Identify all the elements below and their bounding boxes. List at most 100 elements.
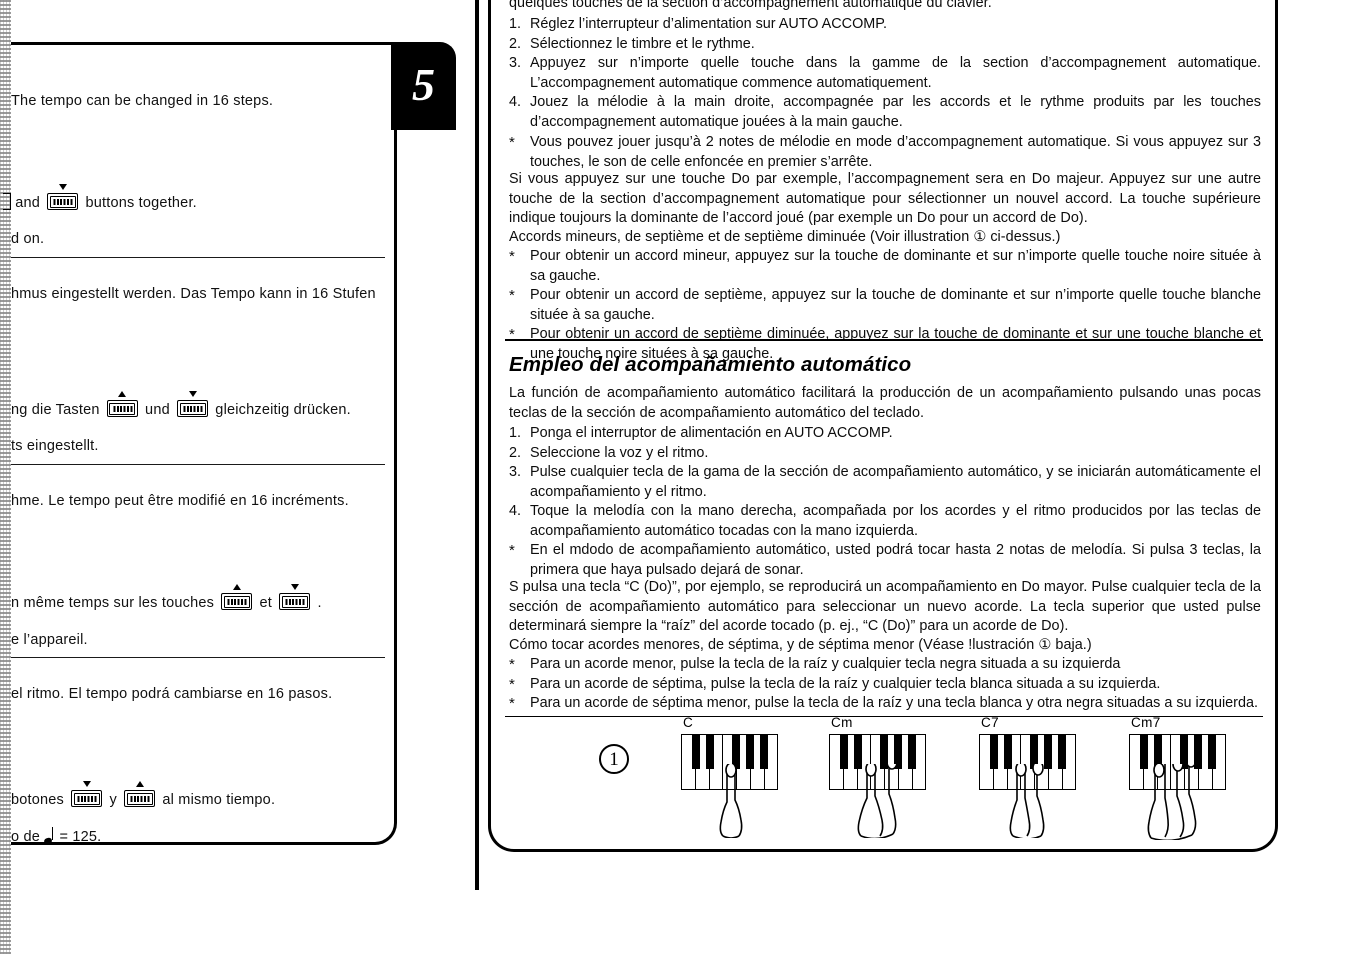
chord-label: C: [683, 715, 694, 730]
tempo-up-button-icon: [124, 781, 156, 807]
left-line-german-mid: und: [140, 402, 175, 418]
page-number-tab: 5: [391, 42, 456, 130]
list-item: * Vous pouvez jouer jusqu’à 2 notes de m…: [509, 133, 1261, 172]
left-line-german-post: gleichzeitig drücken.: [211, 402, 351, 418]
binding-gutter-line: [475, 0, 479, 890]
list-text: Para un acorde de séptima, pulse la tecl…: [530, 675, 1161, 692]
spanish-body-paragraph: S pulsa una tecla “C (Do)”, por ejemplo,…: [509, 579, 1261, 635]
list-marker: 3.: [509, 464, 522, 481]
list-item: * En el mdodo de acompañamiento automáti…: [509, 541, 1261, 580]
left-line-spanish-pre2: o de: [11, 829, 45, 845]
left-line-german-pre: ng die Tasten: [11, 402, 104, 418]
left-page: 5 The tempo can be changed in 16 steps. …: [3, 42, 456, 846]
tempo-down-button-icon: [71, 781, 103, 807]
quarter-note-icon: [43, 827, 55, 846]
list-item: 1. Ponga el interruptor de alimentación …: [509, 424, 1261, 444]
list-text: Sélectionnez le timbre et le rythme.: [530, 35, 755, 52]
left-line-german-buttons: ng die Tasten und gleichzeitig drücken.: [11, 391, 351, 418]
list-item: 3. Pulse cualquier tecla de la gama de l…: [509, 463, 1261, 502]
left-line-spanish-buttons: botones y al mismo tiempo.: [11, 781, 276, 808]
list-marker: *: [509, 542, 515, 559]
chord-label: Cm7: [1131, 715, 1161, 730]
list-text: Pulse cualquier tecla de la gama de la s…: [530, 464, 1261, 500]
left-line-spanish-tempo-value: o de = 125.: [11, 827, 102, 846]
list-text: Appuyez sur n’importe quelle touche dans…: [530, 55, 1261, 91]
french-bullets-list: * Pour obtenir un accord mineur, appuyez…: [509, 247, 1261, 365]
tempo-down-button-icon: [279, 584, 311, 610]
list-text: Pour obtenir un accord mineur, appuyez s…: [530, 248, 1261, 284]
spanish-section-title: Empleo del acompañamiento automático: [509, 353, 912, 376]
list-item: 1. Réglez l’interrupteur d’alimentation …: [509, 15, 1261, 35]
french-body-paragraph: Si vous appuyez sur une touche Do par ex…: [509, 171, 1261, 227]
left-line-english-buttons-mid: and: [11, 195, 45, 211]
list-marker: *: [509, 675, 515, 693]
left-line-spanish-tempo: el ritmo. El tempo podrá cambiarse en 16…: [11, 686, 333, 702]
figure-index-badge: 1: [599, 744, 629, 774]
french-intro-tail: quelques touches de la section d’accompa…: [509, 0, 992, 11]
list-marker: 3.: [509, 55, 522, 72]
list-item: * Pour obtenir un accord mineur, appuyez…: [509, 247, 1261, 286]
left-line-french-tempo: hme. Le tempo peut être modifié en 16 in…: [11, 493, 349, 509]
hand-illustration: [1133, 764, 1205, 840]
tempo-up-button-icon: [106, 391, 138, 417]
list-text: Toque la melodía con la mano derecha, ac…: [530, 503, 1261, 539]
tempo-down-button-icon: [177, 391, 209, 417]
scan-edge-artifact: [0, 0, 11, 954]
list-marker: 4.: [509, 94, 522, 111]
list-marker: 4.: [509, 503, 522, 520]
list-marker: 2.: [509, 35, 522, 52]
chord-diagram-cm: Cm: [829, 715, 927, 838]
list-text: Ponga el interruptor de alimentación en …: [530, 425, 893, 441]
list-text: Pour obtenir un accord de septième, appu…: [530, 287, 1261, 323]
list-marker: 1.: [509, 425, 522, 441]
spanish-intro-paragraph: La función de acompañamiento automático …: [509, 385, 1261, 421]
divider-french-spanish: [11, 657, 385, 658]
left-line-english-buttons: and buttons together.: [3, 184, 197, 211]
list-marker: *: [509, 134, 515, 151]
left-line-french-buttons: n même temps sur les touches et .: [11, 584, 322, 611]
divider-french-spanish: [505, 339, 1263, 341]
left-line-spanish-post2: = 125.: [55, 829, 102, 845]
list-text: Seleccione la voz y el ritmo.: [530, 444, 709, 461]
chord-diagram-c7: C7: [979, 715, 1077, 838]
left-line-spanish-pre: botones: [11, 792, 69, 808]
left-line-french-appareil: e l’appareil.: [11, 632, 88, 648]
left-line-french-post: .: [313, 595, 322, 611]
list-item: * Pour obtenir un accord de septième, ap…: [509, 286, 1261, 325]
left-line-english-on: d on.: [11, 231, 45, 247]
left-line-german-set: ts eingestellt.: [11, 438, 99, 454]
chord-fingering-figure: 1 C Cm C7 Cm7: [509, 696, 1253, 840]
tempo-down-button-icon: [47, 184, 79, 210]
list-item: 4. Toque la melodía con la mano derecha,…: [509, 502, 1261, 541]
list-item: * Para un acorde menor, pulse la tecla d…: [509, 655, 1261, 675]
left-line-spanish-mid: y: [105, 792, 122, 808]
list-marker: 1.: [509, 16, 522, 32]
spanish-chords-lead: Cómo tocar acordes menores, de séptima, …: [509, 637, 1092, 653]
list-marker: *: [509, 248, 515, 265]
spanish-note-list: * En el mdodo de acompañamiento automáti…: [509, 541, 1261, 580]
list-item: 4. Jouez la mélodie à la main droite, ac…: [509, 93, 1261, 132]
chord-label: Cm: [831, 715, 853, 730]
left-line-german-tempo: hmus eingestellt werden. Das Tempo kann …: [11, 286, 376, 302]
list-marker: 2.: [509, 444, 522, 461]
list-text: En el mdodo de acompañamiento automático…: [530, 542, 1261, 578]
button-icon-partial: [3, 193, 11, 210]
list-text: Réglez l’interrupteur d’alimentation sur…: [530, 16, 887, 32]
chord-diagram-cm7: Cm7: [1129, 715, 1227, 840]
list-marker: *: [509, 656, 515, 673]
list-item: 3. Appuyez sur n’importe quelle touche d…: [509, 54, 1261, 93]
right-page: quelques touches de la section d’accompa…: [488, 0, 1278, 852]
list-text: Jouez la mélodie à la main droite, accom…: [530, 94, 1261, 130]
divider-german-french: [11, 464, 385, 465]
french-note-list: * Vous pouvez jouer jusqu’à 2 notes de m…: [509, 133, 1261, 172]
left-line-french-pre: n même temps sur les touches: [11, 595, 219, 611]
hand-illustration: [697, 764, 769, 838]
french-chords-lead: Accords mineurs, de septième et de septi…: [509, 229, 1061, 245]
left-line-spanish-post: al mismo tiempo.: [158, 792, 276, 808]
french-steps-list: 1. Réglez l’interrupteur d’alimentation …: [509, 15, 1261, 133]
chord-diagram-c: C: [681, 715, 779, 838]
list-text: Para un acorde menor, pulse la tecla de …: [530, 656, 1121, 672]
left-line-english-tempo: The tempo can be changed in 16 steps.: [11, 93, 274, 109]
list-marker: *: [509, 287, 515, 305]
list-text: Vous pouvez jouer jusqu’à 2 notes de mél…: [530, 134, 1261, 170]
